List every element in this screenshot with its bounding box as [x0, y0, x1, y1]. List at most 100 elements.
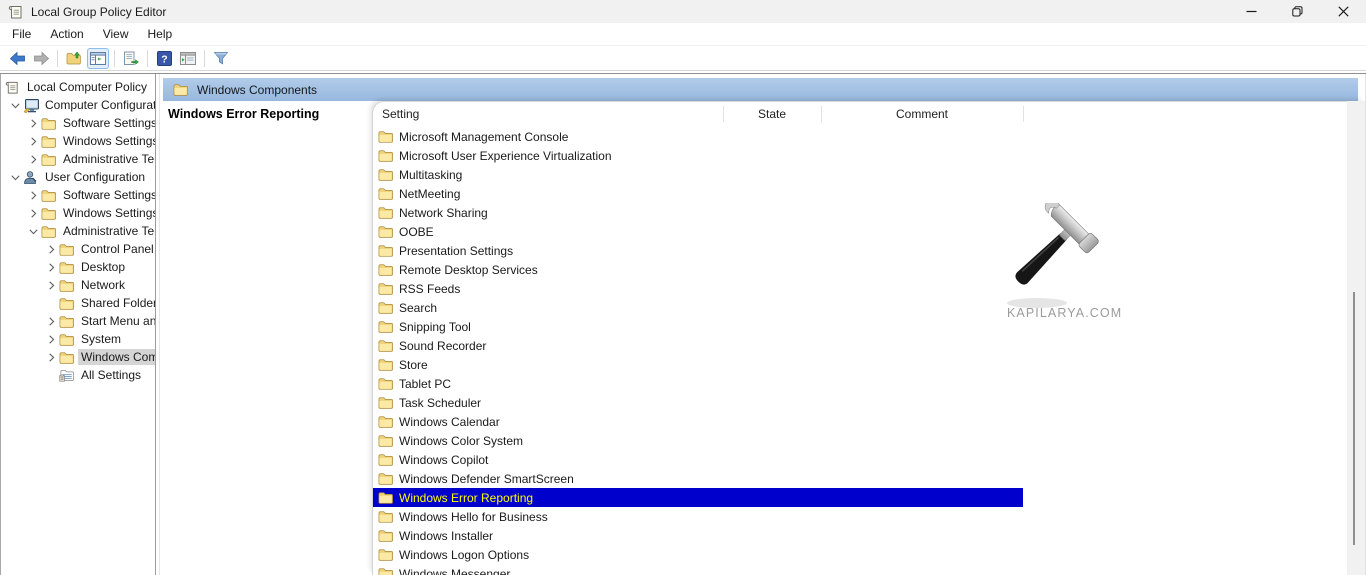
chevron-right-icon[interactable]: [25, 115, 41, 131]
back-icon[interactable]: [6, 48, 28, 69]
settings-list-panel: Setting State Comment Microsoft Manageme…: [372, 101, 1365, 575]
local-group-policy-editor-window: Local Group Policy Editor File Action Vi…: [0, 0, 1366, 575]
export-list-icon[interactable]: [120, 48, 142, 69]
list-item-remote-desktop-services[interactable]: Remote Desktop Services: [373, 260, 1365, 279]
chevron-down-icon[interactable]: [25, 223, 41, 239]
folder-icon: [59, 243, 78, 256]
list-item-label: Tablet PC: [399, 377, 451, 391]
tree-item-control-panel[interactable]: Control Panel: [1, 240, 155, 258]
tree-item-label: Windows Components: [78, 349, 156, 365]
chevron-right-icon[interactable]: [43, 277, 59, 293]
tree-item-software-settings[interactable]: Software Settings: [1, 186, 155, 204]
tree-item-software-settings[interactable]: Software Settings: [1, 114, 155, 132]
list-item-sound-recorder[interactable]: Sound Recorder: [373, 336, 1365, 355]
show-console-tree-icon[interactable]: [87, 48, 109, 69]
list-item-windows-logon-options[interactable]: Windows Logon Options: [373, 545, 1365, 564]
list-item-windows-calendar[interactable]: Windows Calendar: [373, 412, 1365, 431]
tree-item-local-computer-policy[interactable]: Local Computer Policy: [1, 78, 155, 96]
tree-item-windows-components[interactable]: Windows Components: [1, 348, 155, 366]
folder-icon: [378, 301, 393, 314]
column-header-comment[interactable]: Comment: [821, 107, 1023, 121]
folder-icon: [378, 529, 393, 542]
scrollbar-thumb[interactable]: [1353, 292, 1355, 545]
chevron-right-icon[interactable]: [25, 205, 41, 221]
list-item-label: Sound Recorder: [399, 339, 486, 353]
chevron-right-icon[interactable]: [25, 187, 41, 203]
forward-icon[interactable]: [30, 48, 52, 69]
list-item-store[interactable]: Store: [373, 355, 1365, 374]
menu-file[interactable]: File: [3, 24, 40, 44]
column-header-setting[interactable]: Setting: [382, 107, 419, 121]
vertical-scrollbar[interactable]: [1347, 101, 1365, 575]
tree-item-label: Start Menu and Taskbar: [78, 313, 156, 329]
folder-icon: [378, 510, 393, 523]
chevron-right-icon[interactable]: [25, 133, 41, 149]
chevron-right-icon[interactable]: [43, 241, 59, 257]
up-one-level-icon[interactable]: [63, 48, 85, 69]
list-item-label: Network Sharing: [399, 206, 488, 220]
list-item-windows-installer[interactable]: Windows Installer: [373, 526, 1365, 545]
folder-icon: [378, 358, 393, 371]
tree-item-shared-folders[interactable]: Shared Folders: [1, 294, 155, 312]
restore-button[interactable]: [1274, 0, 1320, 23]
minimize-button[interactable]: [1228, 0, 1274, 23]
list-item-multitasking[interactable]: Multitasking: [373, 165, 1365, 184]
tree-item-all-settings[interactable]: All Settings: [1, 366, 155, 384]
menu-action[interactable]: Action: [41, 24, 92, 44]
help-icon[interactable]: ?: [153, 48, 175, 69]
list-item-windows-error-reporting[interactable]: Windows Error Reporting: [373, 488, 1023, 507]
list-item-label: Microsoft Management Console: [399, 130, 568, 144]
folder-icon: [41, 153, 60, 166]
tree-item-label: Software Settings: [60, 187, 156, 203]
tree-item-label: Local Computer Policy: [24, 79, 150, 95]
list-item-task-scheduler[interactable]: Task Scheduler: [373, 393, 1365, 412]
list-item-windows-color-system[interactable]: Windows Color System: [373, 431, 1365, 450]
chevron-down-icon[interactable]: [7, 97, 23, 113]
list-item-tablet-pc[interactable]: Tablet PC: [373, 374, 1365, 393]
tree-item-system[interactable]: System: [1, 330, 155, 348]
chevron-down-icon[interactable]: [7, 169, 23, 185]
list-item-microsoft-management-console[interactable]: Microsoft Management Console: [373, 127, 1365, 146]
chevron-right-icon[interactable]: [43, 331, 59, 347]
list-item-windows-messenger[interactable]: Windows Messenger: [373, 564, 1365, 575]
column-header-state[interactable]: State: [723, 107, 821, 121]
tree-item-administrative-templates[interactable]: Administrative Templates: [1, 150, 155, 168]
tree-item-windows-settings[interactable]: Windows Settings: [1, 204, 155, 222]
list-item-label: NetMeeting: [399, 187, 460, 201]
tree-item-network[interactable]: Network: [1, 276, 155, 294]
folder-icon: [378, 168, 393, 181]
tree-item-desktop[interactable]: Desktop: [1, 258, 155, 276]
list-item-windows-copilot[interactable]: Windows Copilot: [373, 450, 1365, 469]
chevron-right-icon[interactable]: [43, 259, 59, 275]
tree-item-user-configuration[interactable]: User Configuration: [1, 168, 155, 186]
tree-item-windows-settings[interactable]: Windows Settings: [1, 132, 155, 150]
list-item-windows-defender-smartscreen[interactable]: Windows Defender SmartScreen: [373, 469, 1365, 488]
list-item-presentation-settings[interactable]: Presentation Settings: [373, 241, 1365, 260]
settings-list: Microsoft Management Console Microsoft Us…: [373, 127, 1365, 575]
chevron-right-icon[interactable]: [43, 313, 59, 329]
new-window-icon[interactable]: [177, 48, 199, 69]
tree-item-administrative-templates[interactable]: Administrative Templates: [1, 222, 155, 240]
column-divider[interactable]: [821, 106, 822, 122]
column-divider[interactable]: [723, 106, 724, 122]
filter-icon[interactable]: [210, 48, 232, 69]
chevron-right-icon[interactable]: [43, 349, 59, 365]
close-button[interactable]: [1320, 0, 1366, 23]
menu-view[interactable]: View: [94, 24, 138, 44]
list-item-netmeeting[interactable]: NetMeeting: [373, 184, 1365, 203]
list-item-snipping-tool[interactable]: Snipping Tool: [373, 317, 1365, 336]
tree-item-start-menu-and-taskbar[interactable]: Start Menu and Taskbar: [1, 312, 155, 330]
watermark-text: KAPILARYA.COM: [1007, 306, 1109, 320]
list-item-windows-hello-for-business[interactable]: Windows Hello for Business: [373, 507, 1365, 526]
list-item-search[interactable]: Search: [373, 298, 1365, 317]
chevron-right-icon[interactable]: [25, 151, 41, 167]
folder-icon: [378, 472, 393, 485]
menu-help[interactable]: Help: [139, 24, 182, 44]
tree-item-computer-configuration[interactable]: Computer Configuration: [1, 96, 155, 114]
pane-divider[interactable]: [159, 74, 160, 575]
list-item-network-sharing[interactable]: Network Sharing: [373, 203, 1365, 222]
list-item-rss-feeds[interactable]: RSS Feeds: [373, 279, 1365, 298]
list-item-oobe[interactable]: OOBE: [373, 222, 1365, 241]
list-item-microsoft-user-experience-virtualization[interactable]: Microsoft User Experience Virtualization: [373, 146, 1365, 165]
column-divider[interactable]: [1023, 106, 1024, 122]
